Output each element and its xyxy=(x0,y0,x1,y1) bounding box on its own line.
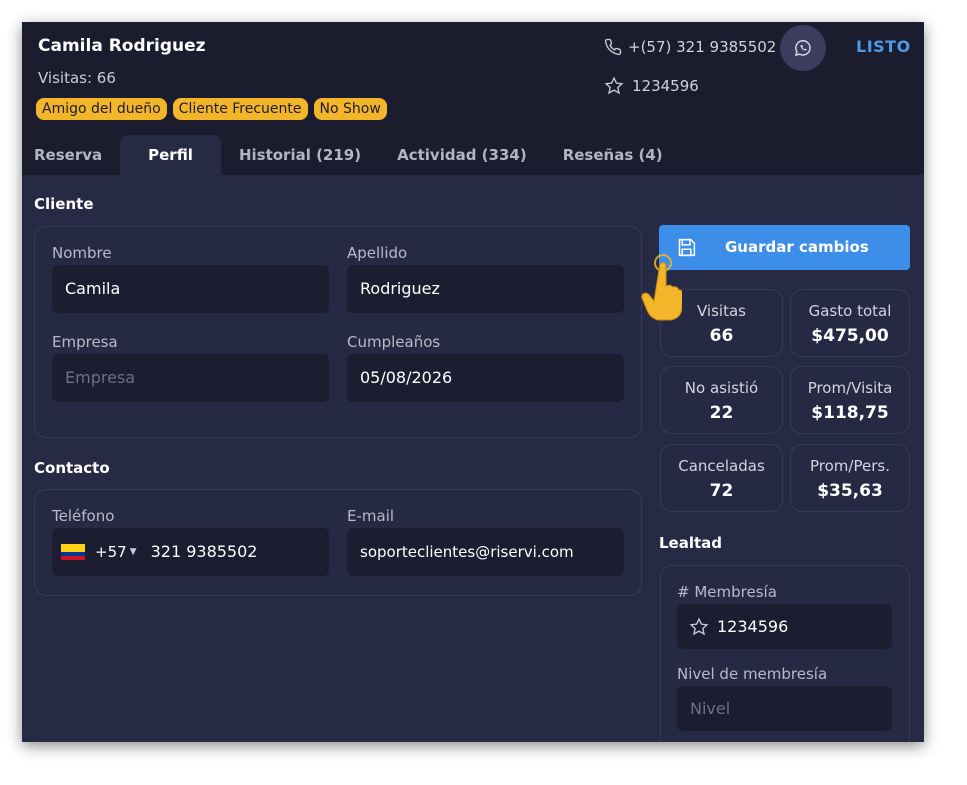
stat-value: 66 xyxy=(709,326,734,346)
empresa-placeholder: Empresa xyxy=(65,368,136,387)
membresia-input[interactable]: 1234596 xyxy=(677,604,892,649)
cumpleanos-label: Cumpleaños xyxy=(347,333,441,351)
lealtad-section-title: Lealtad xyxy=(659,534,723,552)
tab-actividad[interactable]: Actividad (334) xyxy=(379,135,545,175)
empresa-label: Empresa xyxy=(52,333,118,351)
whatsapp-button[interactable] xyxy=(780,25,826,71)
stat-no-asistio: No asistió 22 xyxy=(660,366,783,434)
done-button[interactable]: LISTO xyxy=(856,37,911,56)
cliente-section-title: Cliente xyxy=(34,195,94,213)
visit-count: Visitas: 66 xyxy=(38,69,116,87)
empresa-input[interactable]: Empresa xyxy=(52,354,329,402)
telefono-value: 321 9385502 xyxy=(150,542,258,561)
save-changes-label: Guardar cambios xyxy=(725,238,869,256)
stat-value: $35,63 xyxy=(817,481,883,501)
apellido-value: Rodriguez xyxy=(360,279,440,298)
contacto-section-title: Contacto xyxy=(34,459,110,477)
whatsapp-icon xyxy=(794,40,811,57)
header-membership: 1234596 xyxy=(604,76,699,96)
telefono-input[interactable]: +57 ▼ 321 9385502 xyxy=(52,528,329,576)
apellido-label: Apellido xyxy=(347,244,408,262)
email-input[interactable]: soporteclientes@riservi.com xyxy=(347,528,624,576)
stat-value: $475,00 xyxy=(811,326,889,346)
stat-value: 22 xyxy=(709,403,734,423)
cliente-card xyxy=(34,226,642,438)
tab-resenas[interactable]: Reseñas (4) xyxy=(545,135,681,175)
stat-label: Prom/Visita xyxy=(807,379,893,397)
apellido-input[interactable]: Rodriguez xyxy=(347,265,624,313)
membresia-label: # Membresía xyxy=(677,583,777,601)
tab-perfil[interactable]: Perfil xyxy=(120,135,221,175)
stat-prom-pers: Prom/Pers. $35,63 xyxy=(790,444,910,512)
tag-no-show[interactable]: No Show xyxy=(313,98,387,120)
nombre-value: Camila xyxy=(65,279,121,298)
star-icon xyxy=(604,76,624,95)
client-tags: Amigo del dueño Cliente Frecuente No Sho… xyxy=(36,98,387,120)
stat-prom-visita: Prom/Visita $118,75 xyxy=(790,366,910,434)
colombia-flag-icon xyxy=(61,544,85,560)
nombre-label: Nombre xyxy=(52,244,112,262)
country-code-select[interactable]: +57 xyxy=(95,528,127,576)
nivel-label: Nivel de membresía xyxy=(677,665,828,683)
stat-value: $118,75 xyxy=(811,403,889,423)
chevron-down-icon: ▼ xyxy=(129,547,137,557)
tab-bar: Reserva Perfil Historial (219) Actividad… xyxy=(22,135,681,175)
stat-value: 72 xyxy=(709,481,734,501)
nivel-input[interactable]: Nivel xyxy=(677,686,892,731)
header-membership-text: 1234596 xyxy=(632,77,699,95)
telefono-label: Teléfono xyxy=(52,507,115,525)
stat-label: Prom/Pers. xyxy=(810,457,890,475)
save-changes-button[interactable]: Guardar cambios xyxy=(659,225,910,270)
stat-gasto-total: Gasto total $475,00 xyxy=(790,289,910,357)
stat-label: No asistió xyxy=(684,379,759,397)
cumpleanos-value: 05/08/2026 xyxy=(360,368,453,387)
stat-canceladas: Canceladas 72 xyxy=(660,444,783,512)
header-phone-text: +(57) 321 9385502 xyxy=(628,38,777,56)
stat-label: Gasto total xyxy=(808,302,892,320)
cumpleanos-input[interactable]: 05/08/2026 xyxy=(347,354,624,402)
email-value: soporteclientes@riservi.com xyxy=(360,543,574,561)
tab-reserva[interactable]: Reserva xyxy=(22,135,120,175)
nivel-placeholder: Nivel xyxy=(690,698,731,718)
client-name: Camila Rodriguez xyxy=(38,36,206,56)
client-profile-window: Camila Rodriguez Visitas: 66 Amigo del d… xyxy=(22,22,924,742)
client-header: Camila Rodriguez Visitas: 66 Amigo del d… xyxy=(22,22,924,175)
tab-historial[interactable]: Historial (219) xyxy=(221,135,379,175)
tag-amigo-del-dueno[interactable]: Amigo del dueño xyxy=(36,98,167,120)
phone-icon xyxy=(604,38,622,56)
stat-label: Canceladas xyxy=(678,457,765,475)
membresia-value: 1234596 xyxy=(717,616,789,636)
star-icon xyxy=(689,617,709,635)
tag-cliente-frecuente[interactable]: Cliente Frecuente xyxy=(172,98,308,120)
nombre-input[interactable]: Camila xyxy=(52,265,329,313)
email-label: E-mail xyxy=(347,507,395,525)
header-phone[interactable]: +(57) 321 9385502 xyxy=(604,38,776,56)
pointing-hand-icon xyxy=(641,254,682,321)
